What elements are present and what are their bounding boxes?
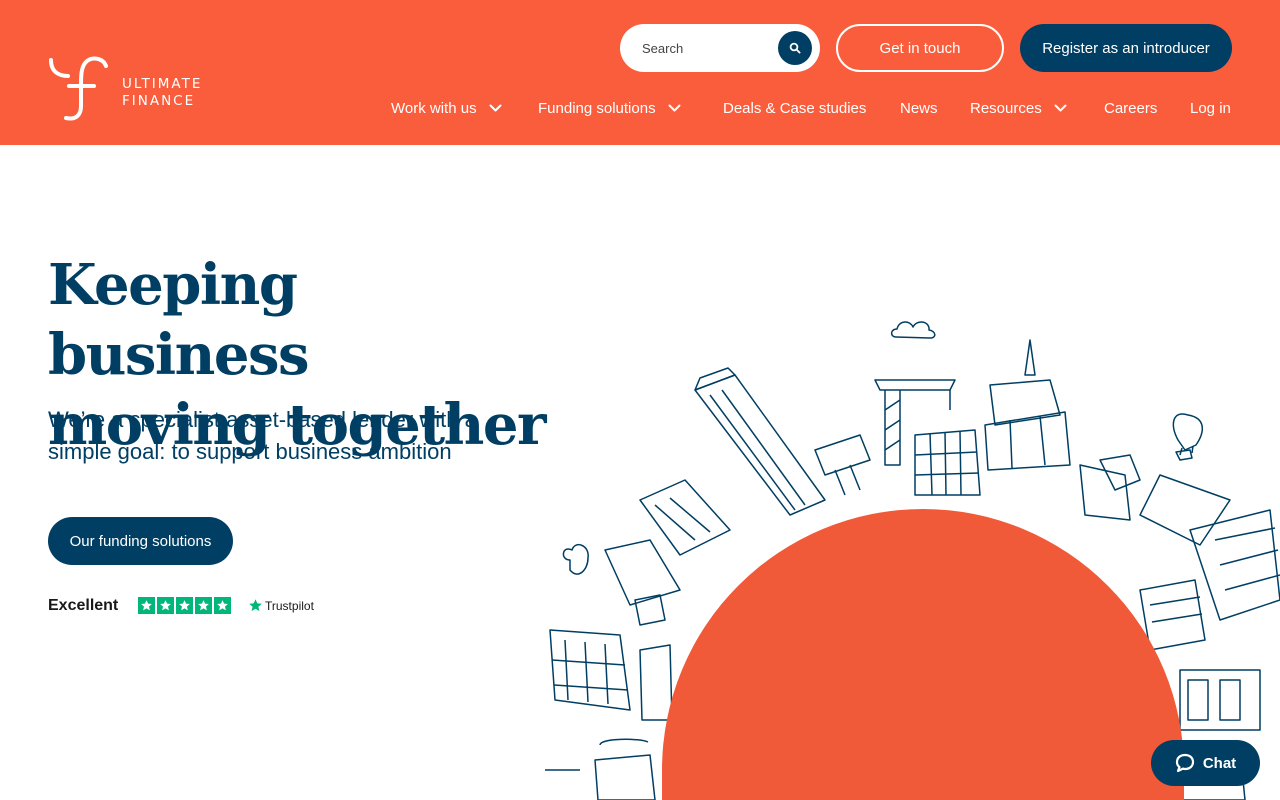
chevron-down-icon	[489, 104, 502, 112]
logo-text-line2: FINANCE	[122, 93, 196, 109]
nav-careers[interactable]: Careers	[1104, 98, 1157, 118]
search-box	[620, 24, 820, 72]
trustpilot-rating-word: Excellent	[48, 597, 119, 614]
trustpilot-stars	[138, 597, 231, 614]
nav-deals-case-studies[interactable]: Deals & Case studies	[723, 98, 866, 118]
site-header: ULTIMATE FINANCE Get in touch Register a…	[0, 0, 1280, 145]
register-introducer-button[interactable]: Register as an introducer	[1020, 24, 1232, 72]
hero-subtitle: We’re a specialist asset-based lender wi…	[48, 407, 477, 464]
star-icon	[157, 597, 174, 614]
funding-solutions-button[interactable]: Our funding solutions	[48, 517, 233, 565]
hero-title-line1: Keeping business	[48, 252, 310, 388]
star-icon	[195, 597, 212, 614]
nav-label: News	[900, 99, 938, 117]
trustpilot-logo: Trustpilot	[248, 598, 314, 613]
nav-label: Resources	[970, 99, 1042, 117]
city-illustration	[545, 321, 1280, 800]
trustpilot-brand-text: Trustpilot	[265, 598, 314, 613]
search-button[interactable]	[778, 31, 812, 65]
trustpilot-star-icon	[249, 599, 262, 612]
nav-news[interactable]: News	[900, 98, 938, 118]
chevron-down-icon	[668, 104, 681, 112]
nav-label: Careers	[1104, 99, 1158, 117]
logo[interactable]: ULTIMATE FINANCE	[48, 56, 218, 124]
cloud-icon	[890, 321, 936, 339]
star-icon	[138, 597, 155, 614]
star-icon	[214, 597, 231, 614]
search-icon	[789, 42, 801, 54]
chevron-down-icon	[1054, 104, 1067, 112]
get-in-touch-button[interactable]: Get in touch	[836, 24, 1004, 72]
logo-text-line1: ULTIMATE	[122, 76, 203, 92]
logo-mark-icon	[49, 56, 108, 121]
nav-log-in[interactable]: Log in	[1190, 98, 1231, 118]
nav-resources[interactable]: Resources	[970, 98, 1067, 118]
nav-work-with-us[interactable]: Work with us	[391, 98, 502, 118]
nav-label: Funding solutions	[538, 99, 656, 117]
star-icon	[176, 597, 193, 614]
sun-shape	[662, 509, 1184, 800]
search-input[interactable]	[642, 38, 782, 58]
chat-button[interactable]: Chat	[1151, 740, 1260, 786]
chat-label: Chat	[1202, 754, 1237, 772]
chat-bubble-icon	[1175, 753, 1194, 773]
nav-label: Work with us	[391, 99, 477, 117]
nav-funding-solutions[interactable]: Funding solutions	[538, 98, 681, 118]
balloon-icon	[1172, 413, 1203, 451]
nav-label: Deals & Case studies	[723, 99, 867, 117]
logo-text: ULTIMATE FINANCE	[122, 76, 202, 110]
nav-label: Log in	[1190, 99, 1231, 117]
cloud-icon	[562, 543, 589, 575]
